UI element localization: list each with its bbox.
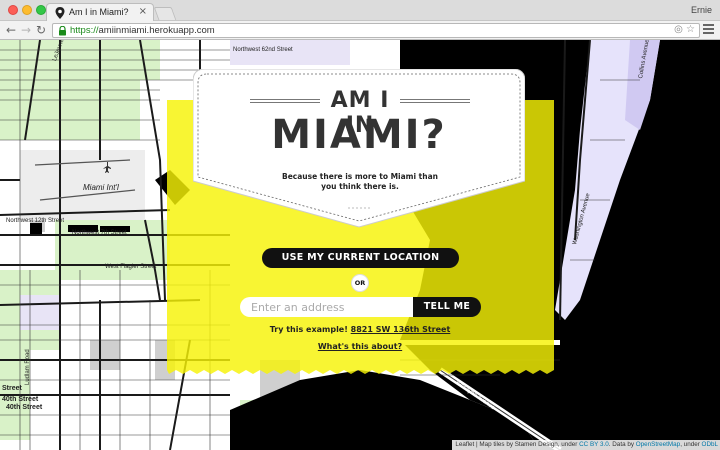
tagline: Because there is more to Miami than you … [282, 172, 438, 191]
page-title: MIAMI? [271, 112, 447, 158]
title-rule-right [400, 99, 470, 103]
or-divider: OR [351, 274, 369, 292]
example-address-link[interactable]: 8821 SW 136th Street [351, 325, 451, 334]
map-label-nw-7th: Northwest 7th Street [72, 230, 127, 236]
attribution-mid: . Data by [608, 441, 636, 448]
map-label-nw-62nd: Northwest 62nd Street [233, 47, 293, 53]
address-bar[interactable]: https://amiinmiami.herokuapp.com ◎ ☆ [52, 23, 700, 38]
window-maximize-button[interactable] [36, 5, 46, 15]
browser-toolbar: ← → ↻ https://amiinmiami.herokuapp.com ◎… [0, 21, 720, 40]
browser-tab[interactable]: Am I in Miami? × [46, 3, 154, 22]
example-text: Try this example! 8821 SW 136th Street [240, 325, 480, 334]
browser-titlebar: Am I in Miami? × Ernie [0, 0, 720, 22]
star-icon[interactable]: ☆ [686, 24, 695, 35]
url-host: amiinmiami.herokuapp.com [98, 25, 215, 36]
cc-license-link[interactable]: CC BY 3.0 [579, 441, 609, 448]
reload-icon[interactable]: ↻ [36, 23, 46, 37]
tell-me-button[interactable]: TELL ME [413, 297, 481, 317]
tab-close-icon[interactable]: × [139, 6, 147, 17]
map-label-ludlam: Ludlam Road [25, 349, 31, 385]
attribution-suffix: , under [680, 441, 702, 448]
target-icon[interactable]: ◎ [674, 24, 683, 35]
menu-icon[interactable] [703, 24, 714, 35]
url-scheme: https:// [70, 25, 99, 36]
use-current-location-button[interactable]: USE MY CURRENT LOCATION [262, 248, 459, 268]
map-label-40th-a: 40th Street [2, 396, 39, 403]
map-label-street: Street [2, 385, 22, 392]
tab-title: Am I in Miami? [69, 7, 129, 17]
map-attribution: Leaflet | Map tiles by Stamen Design, un… [452, 440, 720, 450]
address-input[interactable] [240, 297, 418, 317]
odbl-link[interactable]: ODbL [702, 441, 718, 448]
attribution-prefix: Leaflet | Map tiles by Stamen Design, un… [455, 441, 580, 448]
map-label-nw-12th: Northwest 12th Street [6, 218, 65, 224]
back-icon[interactable]: ← [6, 23, 16, 37]
lock-icon [59, 26, 66, 36]
osm-link[interactable]: OpenStreetMap [636, 441, 680, 448]
example-prefix: Try this example! [269, 325, 351, 334]
pin-icon [55, 7, 65, 19]
map-label-40th-b: 40th Street [6, 404, 43, 411]
forward-icon[interactable]: → [21, 23, 31, 37]
about-link[interactable]: What's this about? [300, 342, 420, 351]
profile-name[interactable]: Ernie [691, 5, 712, 15]
title-rule-left [250, 99, 320, 103]
map-label-w-flagler: West Flagler Street [105, 264, 157, 270]
map-label-airport: Miami Int'l [83, 183, 119, 192]
url-text: https://amiinmiami.herokuapp.com [70, 25, 215, 36]
panel-torn-edge [167, 366, 554, 374]
new-tab-button[interactable] [153, 7, 177, 20]
window-minimize-button[interactable] [22, 5, 32, 15]
window-close-button[interactable] [8, 5, 18, 15]
